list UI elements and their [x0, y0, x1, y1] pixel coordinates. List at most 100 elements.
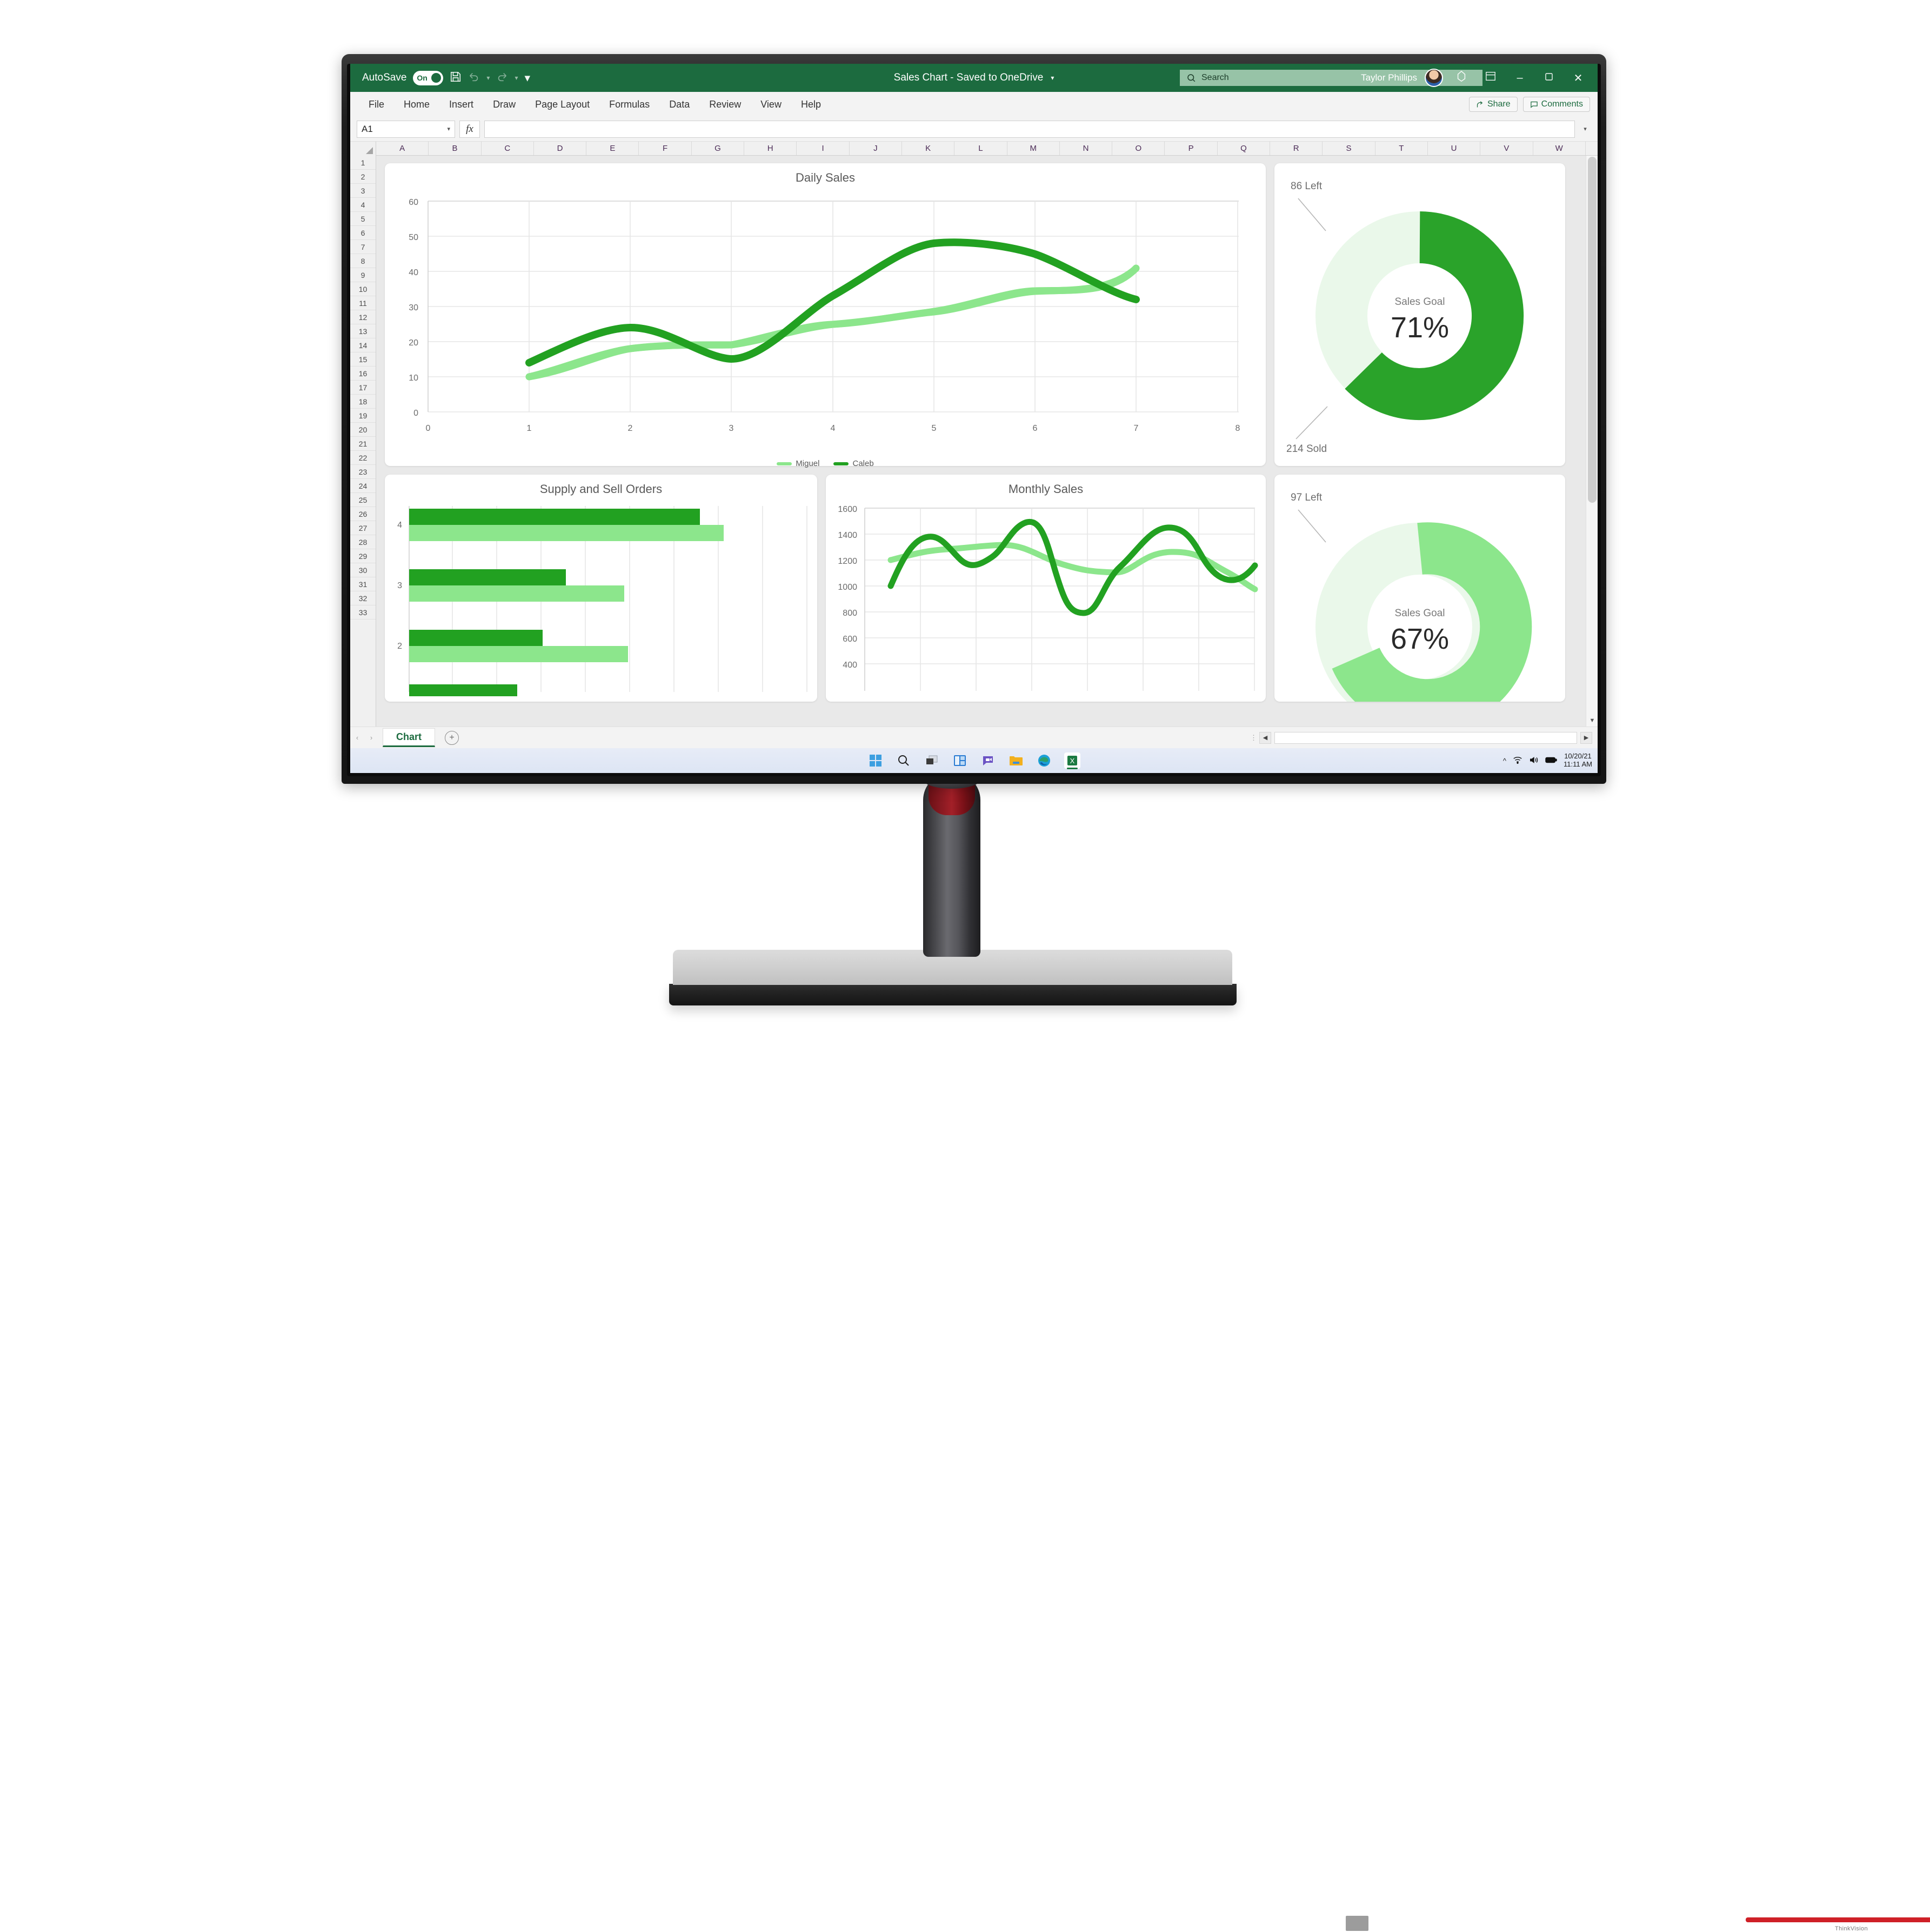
- scroll-right-arrow-icon[interactable]: ▶: [1580, 731, 1592, 744]
- edge-browser-icon[interactable]: [1036, 752, 1052, 769]
- row-header-1[interactable]: 1: [350, 156, 376, 170]
- column-header-l[interactable]: L: [954, 142, 1007, 155]
- vertical-scrollbar-thumb[interactable]: [1588, 157, 1597, 503]
- next-sheet-button[interactable]: ›: [364, 734, 378, 742]
- split-grip-icon[interactable]: ⋮: [1250, 734, 1257, 742]
- tab-help[interactable]: Help: [792, 96, 830, 114]
- row-header-13[interactable]: 13: [350, 324, 376, 338]
- column-header-h[interactable]: H: [744, 142, 797, 155]
- row-header-15[interactable]: 15: [350, 352, 376, 367]
- name-box[interactable]: A1 ▾: [357, 120, 455, 138]
- clock[interactable]: 10/20/21 11:11 AM: [1564, 752, 1592, 769]
- column-header-c[interactable]: C: [481, 142, 534, 155]
- file-explorer-icon[interactable]: [1008, 752, 1024, 769]
- row-header-16[interactable]: 16: [350, 367, 376, 381]
- row-header-14[interactable]: 14: [350, 338, 376, 352]
- column-header-m[interactable]: M: [1007, 142, 1060, 155]
- row-header-28[interactable]: 28: [350, 535, 376, 549]
- row-header-20[interactable]: 20: [350, 423, 376, 437]
- row-header-19[interactable]: 19: [350, 409, 376, 423]
- undo-dropdown-icon[interactable]: ▾: [486, 74, 490, 82]
- column-header-v[interactable]: V: [1480, 142, 1533, 155]
- chevron-down-icon[interactable]: ▾: [447, 125, 450, 132]
- horizontal-scrollbar[interactable]: [1274, 731, 1577, 744]
- row-header-7[interactable]: 7: [350, 240, 376, 254]
- minimize-button[interactable]: –: [1509, 72, 1531, 84]
- column-header-k[interactable]: K: [901, 142, 955, 155]
- close-button[interactable]: ✕: [1567, 71, 1589, 85]
- sheet-tab-chart[interactable]: Chart: [383, 728, 436, 747]
- wifi-icon[interactable]: [1513, 756, 1522, 766]
- tab-file[interactable]: File: [360, 96, 393, 114]
- row-header-32[interactable]: 32: [350, 591, 376, 605]
- ribbon-options-icon[interactable]: [1480, 71, 1501, 84]
- account-name[interactable]: Taylor Phillips: [1361, 72, 1417, 83]
- row-header-23[interactable]: 23: [350, 465, 376, 479]
- row-header-17[interactable]: 17: [350, 381, 376, 395]
- row-header-5[interactable]: 5: [350, 212, 376, 226]
- tab-home[interactable]: Home: [395, 96, 438, 114]
- scroll-down-arrow-icon[interactable]: ▼: [1586, 715, 1598, 727]
- row-header-29[interactable]: 29: [350, 549, 376, 563]
- column-header-a[interactable]: A: [376, 142, 429, 155]
- undo-icon[interactable]: [468, 71, 480, 85]
- chevron-up-icon[interactable]: ^: [1503, 757, 1506, 765]
- add-sheet-button[interactable]: +: [445, 730, 459, 745]
- monthly-sales-chart-card[interactable]: Monthly Sales 1600 1400 1200 1000 800 60…: [826, 475, 1266, 702]
- tab-page-layout[interactable]: Page Layout: [526, 96, 598, 114]
- vertical-scrollbar[interactable]: ▲ ▼: [1586, 156, 1598, 727]
- row-header-8[interactable]: 8: [350, 254, 376, 268]
- tab-draw[interactable]: Draw: [484, 96, 524, 114]
- excel-app-icon[interactable]: X: [1064, 752, 1080, 769]
- row-header-24[interactable]: 24: [350, 479, 376, 493]
- ribbon-display-options-icon[interactable]: [1451, 70, 1472, 85]
- row-header-22[interactable]: 22: [350, 451, 376, 465]
- scroll-left-arrow-icon[interactable]: ◀: [1259, 731, 1271, 744]
- row-header-3[interactable]: 3: [350, 184, 376, 198]
- legend-item-miguel[interactable]: Miguel: [777, 459, 819, 468]
- expand-formula-bar-icon[interactable]: ▾: [1579, 125, 1591, 132]
- tab-review[interactable]: Review: [700, 96, 750, 114]
- row-header-4[interactable]: 4: [350, 198, 376, 212]
- row-header-31[interactable]: 31: [350, 577, 376, 591]
- row-header-9[interactable]: 9: [350, 268, 376, 282]
- column-header-g[interactable]: G: [691, 142, 745, 155]
- tab-formulas[interactable]: Formulas: [600, 96, 658, 114]
- previous-sheet-button[interactable]: ‹: [350, 734, 364, 742]
- column-header-f[interactable]: F: [639, 142, 692, 155]
- row-header-33[interactable]: 33: [350, 605, 376, 619]
- widgets-icon[interactable]: [952, 752, 968, 769]
- sales-goal-2-chart-card[interactable]: 97 Left Sales Goal 67%: [1274, 475, 1565, 731]
- column-header-j[interactable]: J: [849, 142, 902, 155]
- row-header-25[interactable]: 25: [350, 493, 376, 507]
- tab-insert[interactable]: Insert: [440, 96, 482, 114]
- chevron-down-icon[interactable]: ▾: [1051, 74, 1054, 82]
- column-header-p[interactable]: P: [1165, 142, 1218, 155]
- row-header-27[interactable]: 27: [350, 521, 376, 535]
- column-header-w[interactable]: W: [1533, 142, 1586, 155]
- legend-item-caleb[interactable]: Caleb: [833, 459, 874, 468]
- row-header-10[interactable]: 10: [350, 282, 376, 296]
- column-header-r[interactable]: R: [1270, 142, 1323, 155]
- row-header-11[interactable]: 11: [350, 296, 376, 310]
- row-header-30[interactable]: 30: [350, 563, 376, 577]
- column-header-u[interactable]: U: [1427, 142, 1481, 155]
- column-header-d[interactable]: D: [533, 142, 587, 155]
- daily-sales-chart-card[interactable]: Daily Sales 60 50 40 30 20 10 0 0 1 2 3 …: [385, 163, 1266, 468]
- avatar[interactable]: [1425, 69, 1443, 87]
- formula-input[interactable]: [484, 120, 1575, 138]
- battery-icon[interactable]: [1545, 756, 1557, 765]
- column-header-o[interactable]: O: [1112, 142, 1165, 155]
- sales-goal-1-chart-card[interactable]: 86 Left 214 Sold Sales Goal 71%: [1274, 163, 1565, 466]
- volume-icon[interactable]: [1529, 756, 1539, 766]
- row-header-18[interactable]: 18: [350, 395, 376, 409]
- save-icon[interactable]: [450, 71, 462, 85]
- column-header-t[interactable]: T: [1375, 142, 1428, 155]
- tab-data[interactable]: Data: [660, 96, 698, 114]
- row-header-26[interactable]: 26: [350, 507, 376, 521]
- autosave-toggle[interactable]: On: [413, 70, 444, 85]
- row-header-6[interactable]: 6: [350, 226, 376, 240]
- row-header-2[interactable]: 2: [350, 170, 376, 184]
- comments-button[interactable]: Comments: [1522, 97, 1590, 112]
- windows-start-icon[interactable]: [867, 752, 884, 769]
